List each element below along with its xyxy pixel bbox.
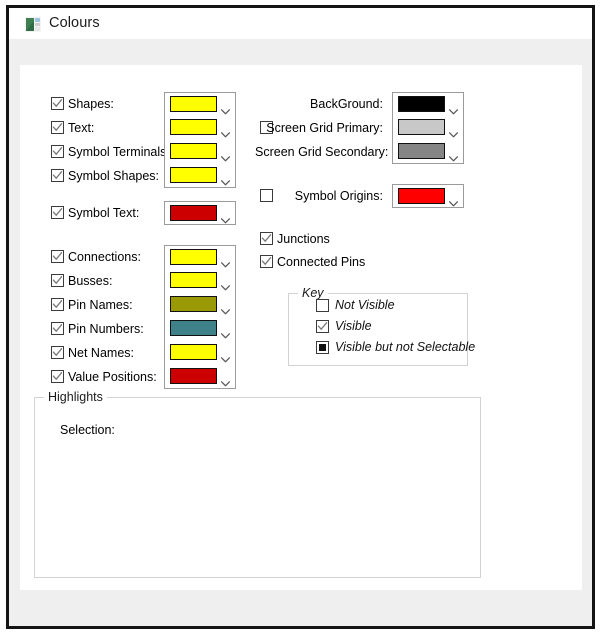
colour-swatch	[398, 119, 445, 135]
key-checkbox-visible[interactable]	[316, 320, 329, 333]
colour-combo-screen-grid-secondary[interactable]	[392, 140, 464, 164]
label-value-positions: Value Positions:	[68, 370, 157, 384]
colour-swatch	[170, 296, 217, 312]
key-checkbox-visible-but-not-selectable[interactable]	[316, 341, 329, 354]
label-symbol-shapes: Symbol Shapes:	[68, 169, 160, 183]
colours-dialog-window: Colours Shapes: Text: Symbol Terminals: Sym…	[6, 5, 595, 629]
colour-swatch	[170, 272, 217, 288]
checkbox-symbol-terminals[interactable]	[51, 145, 64, 158]
checkbox-pin-numbers[interactable]	[51, 322, 64, 335]
colour-swatch	[170, 344, 217, 360]
title-bar: Colours	[9, 8, 592, 40]
chevron-down-icon	[221, 149, 230, 162]
colour-swatch	[170, 167, 217, 183]
chevron-down-icon	[221, 102, 230, 115]
key-label-visible: Visible	[335, 319, 372, 333]
label-background: BackGround:	[310, 97, 383, 111]
colour-swatch	[170, 249, 217, 265]
checkbox-symbol-shapes[interactable]	[51, 169, 64, 182]
colour-combo-background[interactable]	[392, 92, 464, 116]
colour-combo-symbol-origins[interactable]	[392, 184, 464, 208]
colour-combo-net-names[interactable]	[164, 341, 236, 365]
checkbox-value-positions[interactable]	[51, 370, 64, 383]
key-label-visible-but-not-selectable: Visible but not Selectable	[335, 340, 476, 354]
colour-combo-symbol-shapes[interactable]	[164, 164, 236, 188]
checkbox-pin-names[interactable]	[51, 298, 64, 311]
label-connections: Connections:	[68, 250, 141, 264]
checkbox-symbol-text[interactable]	[51, 206, 64, 219]
chevron-down-icon	[449, 102, 458, 115]
label-junctions: Junctions	[277, 232, 330, 246]
label-symbol-origins: Symbol Origins:	[294, 189, 383, 203]
checkbox-connected-pins[interactable]	[260, 255, 273, 268]
colour-swatch	[170, 368, 217, 384]
label-text: Text:	[68, 121, 95, 135]
colour-combo-symbol-text[interactable]	[164, 201, 236, 225]
content-panel: Shapes: Text: Symbol Terminals: Symbol Shap…	[20, 65, 582, 590]
chevron-down-icon	[221, 173, 230, 186]
chevron-down-icon	[221, 211, 230, 224]
colour-combo-pin-names[interactable]	[164, 293, 236, 317]
checkbox-junctions[interactable]	[260, 232, 273, 245]
label-shapes: Shapes:	[68, 97, 114, 111]
chevron-down-icon	[221, 255, 230, 268]
label-selection: Selection:	[60, 423, 115, 437]
colour-swatch	[398, 188, 445, 204]
label-pin-numbers: Pin Numbers:	[68, 322, 144, 336]
checkbox-text[interactable]	[51, 121, 64, 134]
key-label-not-visible: Not Visible	[335, 298, 395, 312]
colour-combo-symbol-terminals[interactable]	[164, 140, 236, 164]
label-screen-grid-secondary: Screen Grid Secondary:	[255, 145, 389, 159]
colour-combo-text[interactable]	[164, 116, 236, 140]
colour-combo-screen-grid-primary[interactable]	[392, 116, 464, 140]
highlights-group-title: Highlights	[44, 390, 107, 404]
chevron-down-icon	[221, 374, 230, 387]
chevron-down-icon	[221, 125, 230, 138]
label-symbol-terminals: Symbol Terminals:	[68, 145, 170, 159]
colour-swatch	[170, 96, 217, 112]
checkbox-net-names[interactable]	[51, 346, 64, 359]
colour-swatch	[398, 143, 445, 159]
colour-combo-value-positions[interactable]	[164, 365, 236, 389]
colour-swatch	[170, 119, 217, 135]
label-symbol-text: Symbol Text:	[68, 206, 140, 220]
colour-swatch	[170, 205, 217, 221]
colour-swatch	[170, 320, 217, 336]
window-title: Colours	[49, 15, 100, 31]
label-screen-grid-primary: Screen Grid Primary:	[266, 121, 383, 135]
checkbox-connections[interactable]	[51, 250, 64, 263]
label-connected-pins: Connected Pins	[277, 255, 366, 269]
checkbox-shapes[interactable]	[51, 97, 64, 110]
colour-swatch	[170, 143, 217, 159]
colour-combo-busses[interactable]	[164, 269, 236, 293]
chevron-down-icon	[449, 194, 458, 207]
label-busses: Busses:	[68, 274, 113, 288]
colour-swatch	[398, 96, 445, 112]
label-pin-names: Pin Names:	[68, 298, 133, 312]
colour-combo-shapes[interactable]	[164, 92, 236, 116]
key-group-title: Key	[298, 286, 328, 300]
label-net-names: Net Names:	[68, 346, 134, 360]
colour-combo-connections[interactable]	[164, 245, 236, 269]
colours-app-icon	[25, 17, 41, 32]
chevron-down-icon	[449, 149, 458, 162]
key-checkbox-not-visible[interactable]	[316, 299, 329, 312]
chevron-down-icon	[221, 278, 230, 291]
checkbox-busses[interactable]	[51, 274, 64, 287]
colour-combo-pin-numbers[interactable]	[164, 317, 236, 341]
chevron-down-icon	[221, 302, 230, 315]
chevron-down-icon	[221, 350, 230, 363]
chevron-down-icon	[449, 125, 458, 138]
chevron-down-icon	[221, 326, 230, 339]
